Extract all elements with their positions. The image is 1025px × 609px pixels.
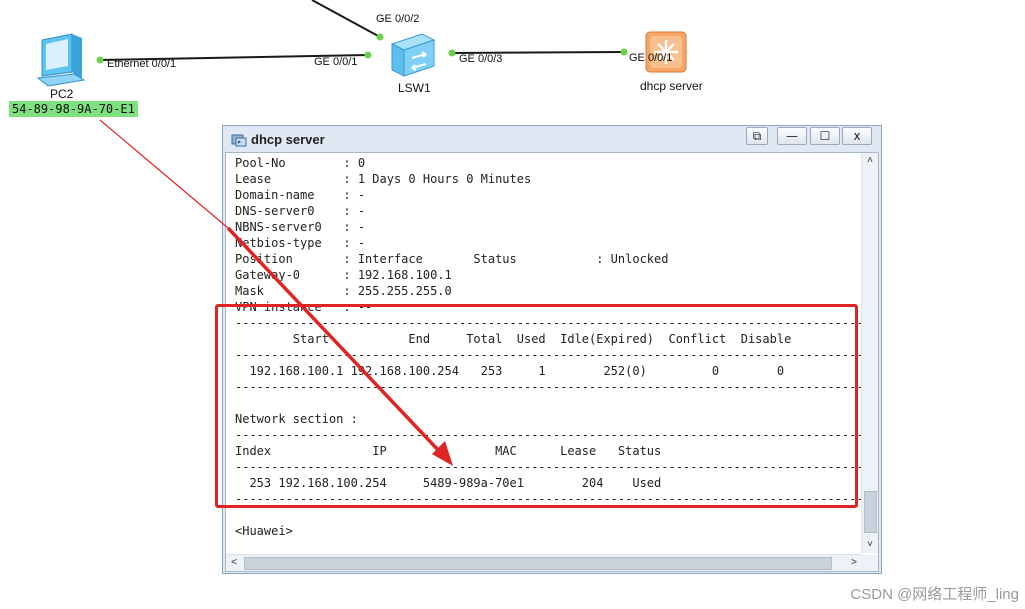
annotation-arrow-shaft (226, 226, 442, 454)
annotation-layer (99, 119, 453, 466)
topology-canvas: GE 0/0/2 Ethernet 0/0/1 GE 0/0/1 GE 0/0/… (0, 0, 1025, 609)
watermark: CSDN @网络工程师_ling (850, 586, 1019, 603)
annotation-thin-line (99, 119, 229, 229)
